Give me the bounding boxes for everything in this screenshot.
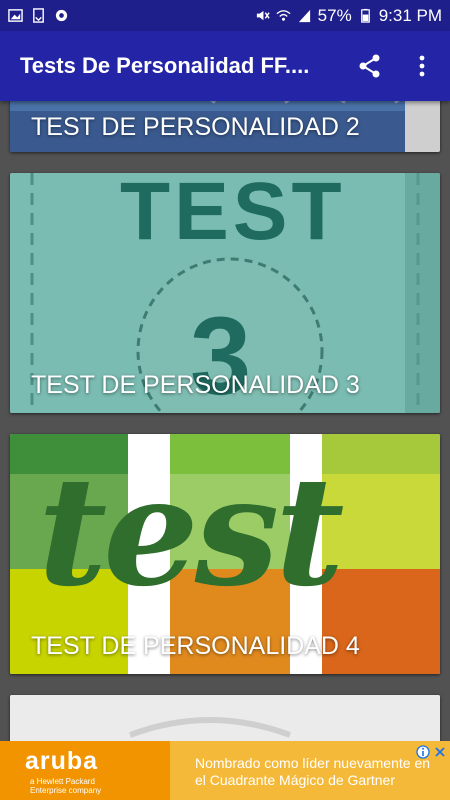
test-list: TEST DE PERSONALIDAD 2 TEST 3 TEST DE PE…	[0, 101, 450, 741]
ad-message-line2: el Cuadrante Mágico de Gartner	[195, 772, 395, 788]
test-card-2[interactable]: TEST DE PERSONALIDAD 2	[10, 101, 440, 152]
clock: 9:31 PM	[378, 5, 442, 25]
more-options-icon[interactable]	[410, 51, 434, 81]
card-3-label: TEST DE PERSONALIDAD 3	[31, 371, 360, 399]
ad-message-line1: Nombrado como líder nuevamente en	[195, 755, 431, 771]
document-notification-icon	[33, 8, 44, 23]
card-4-label: TEST DE PERSONALIDAD 4	[31, 632, 360, 660]
battery-percent: 57%	[317, 5, 352, 25]
status-bar: 57% 9:31 PM	[0, 0, 450, 31]
card-4-art-text: test	[38, 444, 344, 620]
ad-logo-subtitle: a Hewlett Packard Enterprise company	[30, 777, 102, 795]
test-card-4[interactable]: test TEST DE PERSONALIDAD 4	[10, 434, 440, 674]
ad-banner[interactable]: aruba a Hewlett Packard Enterprise compa…	[0, 741, 450, 800]
test-card-3[interactable]: TEST 3 TEST DE PERSONALIDAD 3	[10, 173, 440, 413]
mute-icon	[256, 10, 270, 21]
sync-notification-icon	[55, 9, 68, 22]
test-card-5[interactable]	[10, 695, 440, 741]
ad-close-icon[interactable]	[433, 745, 447, 759]
card-3-art-text: TEST	[120, 173, 346, 257]
ad-logo: aruba	[25, 747, 99, 775]
card-2-label: TEST DE PERSONALIDAD 2	[31, 113, 360, 141]
app-title: Tests De Personalidad FF....	[20, 53, 310, 78]
share-icon[interactable]	[355, 51, 385, 81]
image-notification-icon	[8, 9, 23, 22]
wifi-icon	[276, 10, 291, 21]
app-bar: Tests De Personalidad FF....	[0, 31, 450, 101]
signal-icon	[298, 9, 310, 23]
battery-icon	[360, 8, 370, 23]
ad-info-icon[interactable]	[416, 745, 430, 759]
card-5-artwork	[10, 695, 440, 741]
ad-message: Nombrado como líder nuevamente en el Cua…	[195, 755, 430, 789]
